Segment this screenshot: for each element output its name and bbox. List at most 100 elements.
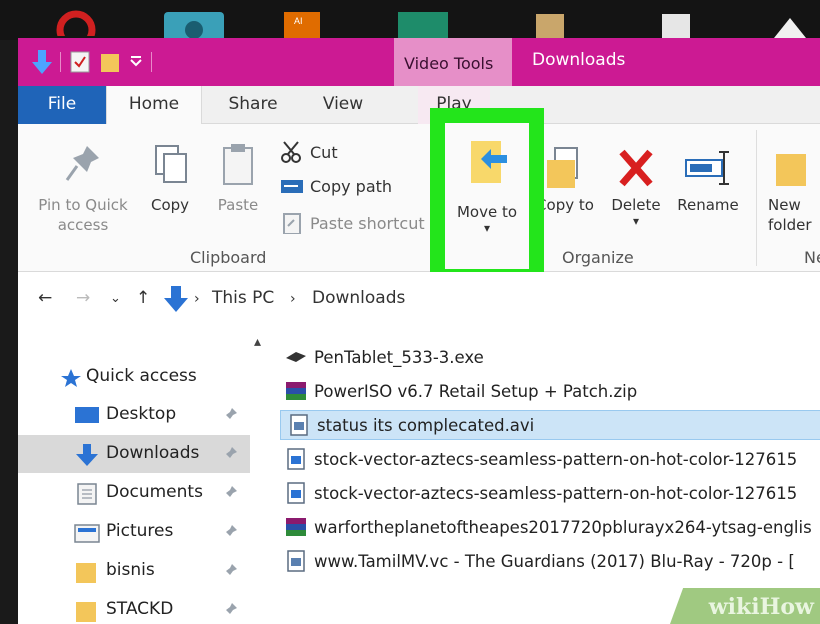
quick-access-toolbar <box>32 50 152 74</box>
list-item[interactable]: stock-vector-aztecs-seamless-pattern-on-… <box>278 444 820 474</box>
copy-to-label: Copy to <box>536 196 594 214</box>
move-to-button[interactable]: Move to ▾ <box>445 137 529 234</box>
rename-label: Rename <box>677 196 739 214</box>
clipboard-icon <box>223 144 253 185</box>
tab-view[interactable]: View <box>315 86 371 124</box>
back-arrow-icon[interactable]: ← <box>38 288 52 308</box>
pin-to-quick-access-button[interactable]: Pin to Quick access <box>30 142 136 235</box>
video-file-icon <box>290 414 308 436</box>
chevron-down-icon[interactable] <box>129 50 143 74</box>
pin-icon <box>226 564 237 575</box>
desktop-background: AI <box>0 0 820 40</box>
forward-arrow-icon[interactable]: → <box>76 288 90 308</box>
list-item[interactable]: PowerISO v6.7 Retail Setup + Patch.zip <box>278 376 820 406</box>
properties-icon[interactable] <box>69 50 91 74</box>
delete-button[interactable]: Delete ▾ <box>606 146 666 227</box>
move-to-icon <box>471 141 507 183</box>
list-item[interactable]: PenTablet_533-3.exe <box>278 342 820 372</box>
paste-label: Paste <box>217 196 259 214</box>
breadcrumb-downloads[interactable]: Downloads <box>312 288 405 308</box>
tab-file[interactable]: File <box>18 86 106 124</box>
copy-label: Copy <box>150 196 190 214</box>
winrar-icon <box>286 382 306 400</box>
list-item[interactable]: stock-vector-aztecs-seamless-pattern-on-… <box>278 478 820 508</box>
file-list: PenTablet_533-3.exe PowerISO v6.7 Retail… <box>278 338 820 624</box>
file-name: stock-vector-aztecs-seamless-pattern-on-… <box>314 483 798 503</box>
file-name: PenTablet_533-3.exe <box>314 347 484 367</box>
nav-label: Desktop <box>106 404 177 424</box>
tab-share[interactable]: Share <box>224 86 282 124</box>
video-file-icon <box>287 550 305 572</box>
pin-icon <box>226 525 237 536</box>
text-file-icon <box>662 14 690 40</box>
tab-home[interactable]: Home <box>106 86 202 125</box>
new-folder-icon[interactable] <box>99 50 121 74</box>
file-name: www.TamilMV.vc - The Guardians (2017) Bl… <box>314 551 795 571</box>
camera-icon <box>164 12 224 40</box>
image-file-icon <box>287 482 305 504</box>
folder-icon <box>76 602 96 622</box>
file-name: warfortheplanetoftheapes2017720pblurayx2… <box>314 517 812 537</box>
star-icon <box>61 369 81 387</box>
list-item[interactable]: www.TamilMV.vc - The Guardians (2017) Bl… <box>278 546 820 576</box>
nav-label: Downloads <box>106 443 200 463</box>
new-folder-label: New folder <box>768 196 812 234</box>
nav-label: STACKD <box>106 599 174 619</box>
ai-file-icon: AI <box>284 12 320 40</box>
up-arrow-icon[interactable]: ↑ <box>136 288 150 308</box>
nav-label: Pictures <box>106 521 174 541</box>
document-icon <box>536 14 564 40</box>
paste-shortcut-button[interactable]: Paste shortcut <box>280 212 425 234</box>
paste-shortcut-label: Paste shortcut <box>310 213 425 233</box>
nav-item-bisnis[interactable]: bisnis <box>18 552 250 590</box>
move-to-highlight: Move to ▾ <box>430 108 544 284</box>
downloads-folder-icon <box>164 286 188 312</box>
folder-up-icon <box>774 18 806 38</box>
pin-icon <box>226 447 237 458</box>
title-bar: Video Tools Downloads <box>18 38 820 86</box>
copy-button[interactable]: Copy <box>144 142 196 215</box>
cut-button[interactable]: Cut <box>280 140 338 164</box>
file-name: PowerISO v6.7 Retail Setup + Patch.zip <box>314 381 638 401</box>
nav-item-stackd[interactable]: STACKD <box>18 591 250 624</box>
list-item[interactable]: warfortheplanetoftheapes2017720pblurayx2… <box>278 512 820 542</box>
address-bar: ← → ⌄ ↑ › This PC › Downloads <box>18 272 820 328</box>
delete-x-icon <box>619 149 653 187</box>
desktop-icon <box>75 407 99 423</box>
copy-icon <box>155 145 187 183</box>
network-icon <box>398 12 448 40</box>
nav-item-downloads[interactable]: Downloads <box>18 435 250 473</box>
nav-label: Documents <box>106 482 203 502</box>
file-name: status its complecated.avi <box>317 415 535 435</box>
paste-button[interactable]: Paste <box>212 142 264 215</box>
scroll-up-icon[interactable]: ▴ <box>254 334 261 350</box>
delete-label: Delete <box>611 196 661 214</box>
toolbar-divider <box>151 52 152 72</box>
organize-group-label: Organize <box>562 248 634 267</box>
rename-button[interactable]: Rename <box>672 146 744 215</box>
toolbar-divider <box>60 52 61 72</box>
nav-item-pictures[interactable]: Pictures <box>18 513 250 551</box>
folder-icon <box>76 563 96 583</box>
copy-to-icon <box>547 147 578 188</box>
watermark-logo: wikiHow <box>708 594 814 620</box>
opera-icon <box>56 10 96 36</box>
move-to-label: Move to <box>456 203 518 221</box>
nav-item-documents[interactable]: Documents <box>18 474 250 512</box>
svg-text:AI: AI <box>294 16 303 26</box>
breadcrumb-this-pc[interactable]: This PC <box>212 288 274 308</box>
list-item[interactable]: status its complecated.avi <box>280 410 820 440</box>
nav-item-desktop[interactable]: Desktop <box>18 396 250 434</box>
down-arrow-icon[interactable] <box>32 50 52 74</box>
copy-path-button[interactable]: Copy path <box>280 176 392 196</box>
recent-locations-chevron-icon[interactable]: ⌄ <box>110 291 121 306</box>
pin-icon <box>226 603 237 614</box>
video-tools-label: Video Tools <box>404 54 494 73</box>
chevron-down-icon: ▾ <box>483 221 491 235</box>
copy-to-button[interactable]: Copy to <box>536 146 594 215</box>
new-group-label: New <box>804 248 820 267</box>
group-divider <box>756 130 757 266</box>
nav-label: bisnis <box>106 560 155 580</box>
new-folder-button[interactable]: New folder <box>768 146 820 235</box>
nav-item-quick-access[interactable]: Quick access <box>18 358 250 396</box>
